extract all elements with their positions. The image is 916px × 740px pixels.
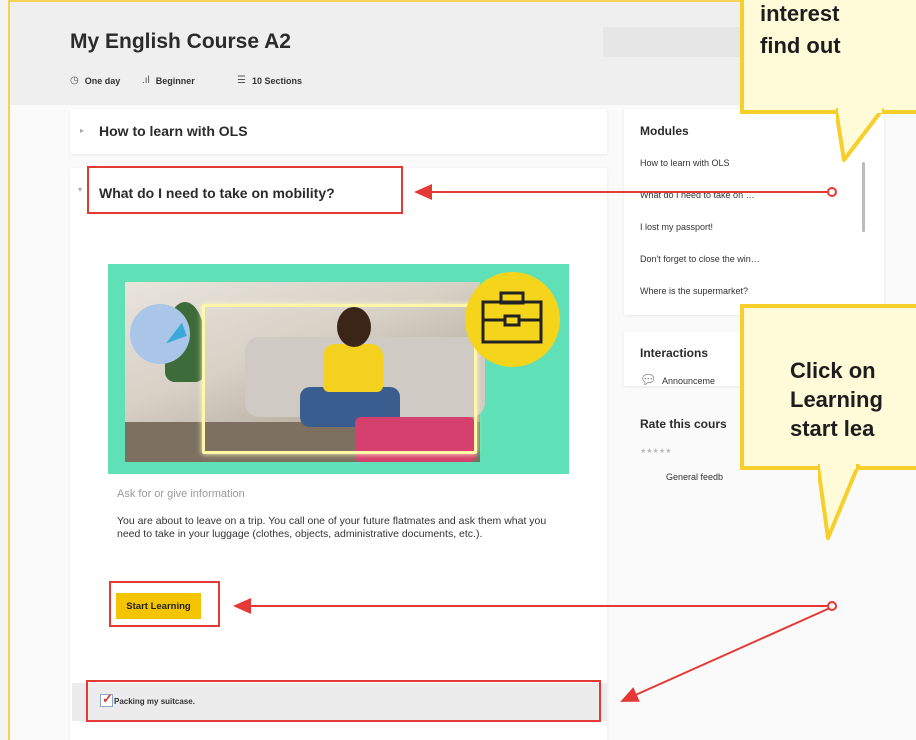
general-feedback[interactable]: General feedb xyxy=(666,472,723,482)
module-item[interactable]: Don't forget to close the win… xyxy=(640,254,760,264)
course-title: My English Course A2 xyxy=(70,30,291,53)
modules-title: Modules xyxy=(640,124,689,138)
checkbox-done-icon xyxy=(100,691,113,707)
activity-hero-image xyxy=(108,264,569,474)
activity-label: Ask for or give information xyxy=(117,488,245,500)
activity-description: You are about to leave on a trip. You ca… xyxy=(117,515,547,540)
section-title-ols[interactable]: How to learn with OLS xyxy=(99,123,248,139)
rate-title: Rate this cours xyxy=(640,417,727,431)
meta-sections-label: 10 Sections xyxy=(251,75,302,86)
section-title-mobility[interactable]: What do I need to take on mobility? xyxy=(99,185,335,201)
module-item[interactable]: How to learn with OLS xyxy=(640,158,730,168)
meta-sections: ☰ 10 Sections xyxy=(237,75,302,86)
meta-duration-label: One day xyxy=(84,75,121,86)
callout-top: interest find out xyxy=(740,0,916,114)
meta-duration: ◷ One day xyxy=(70,75,120,86)
caret-right-icon: ▸ xyxy=(80,126,85,135)
start-learning-button[interactable]: Start Learning xyxy=(116,593,201,619)
meta-level-label: Beginner xyxy=(155,75,195,86)
clock-icon: ◷ xyxy=(70,75,79,86)
module-item[interactable]: What do I need to take on … xyxy=(640,190,755,200)
subitem-label[interactable]: Packing my suitcase. xyxy=(114,697,195,706)
callout-bottom: Click on Learning start lea xyxy=(740,304,916,470)
caret-down-icon: ▾ xyxy=(78,185,83,194)
callout-top-line1: interest xyxy=(760,1,840,26)
list-icon: ☰ xyxy=(237,75,246,86)
callout-bottom-line3: start lea xyxy=(790,416,875,441)
module-item[interactable]: I lost my passport! xyxy=(640,222,713,232)
callout-bottom-line1: Click on xyxy=(790,358,876,383)
rating-stars[interactable]: ★★★★★ xyxy=(640,447,671,455)
modules-scrollbar[interactable] xyxy=(862,162,865,232)
callout-top-line2: find out xyxy=(760,33,841,58)
callout-bottom-tail xyxy=(818,464,860,540)
interaction-announcements[interactable]: Announceme xyxy=(662,376,715,386)
callout-top-tail xyxy=(836,108,884,162)
briefcase-icon xyxy=(481,291,543,344)
module-item[interactable]: Where is the supermarket? xyxy=(640,286,748,296)
callout-bottom-line2: Learning xyxy=(790,387,883,412)
interactions-title: Interactions xyxy=(640,346,709,360)
level-bars-icon: .ıl xyxy=(142,75,150,86)
meta-level: .ıl Beginner xyxy=(142,75,195,86)
chat-bubble-icon: 💬︎ xyxy=(640,372,657,387)
briefcase-badge xyxy=(465,272,560,367)
